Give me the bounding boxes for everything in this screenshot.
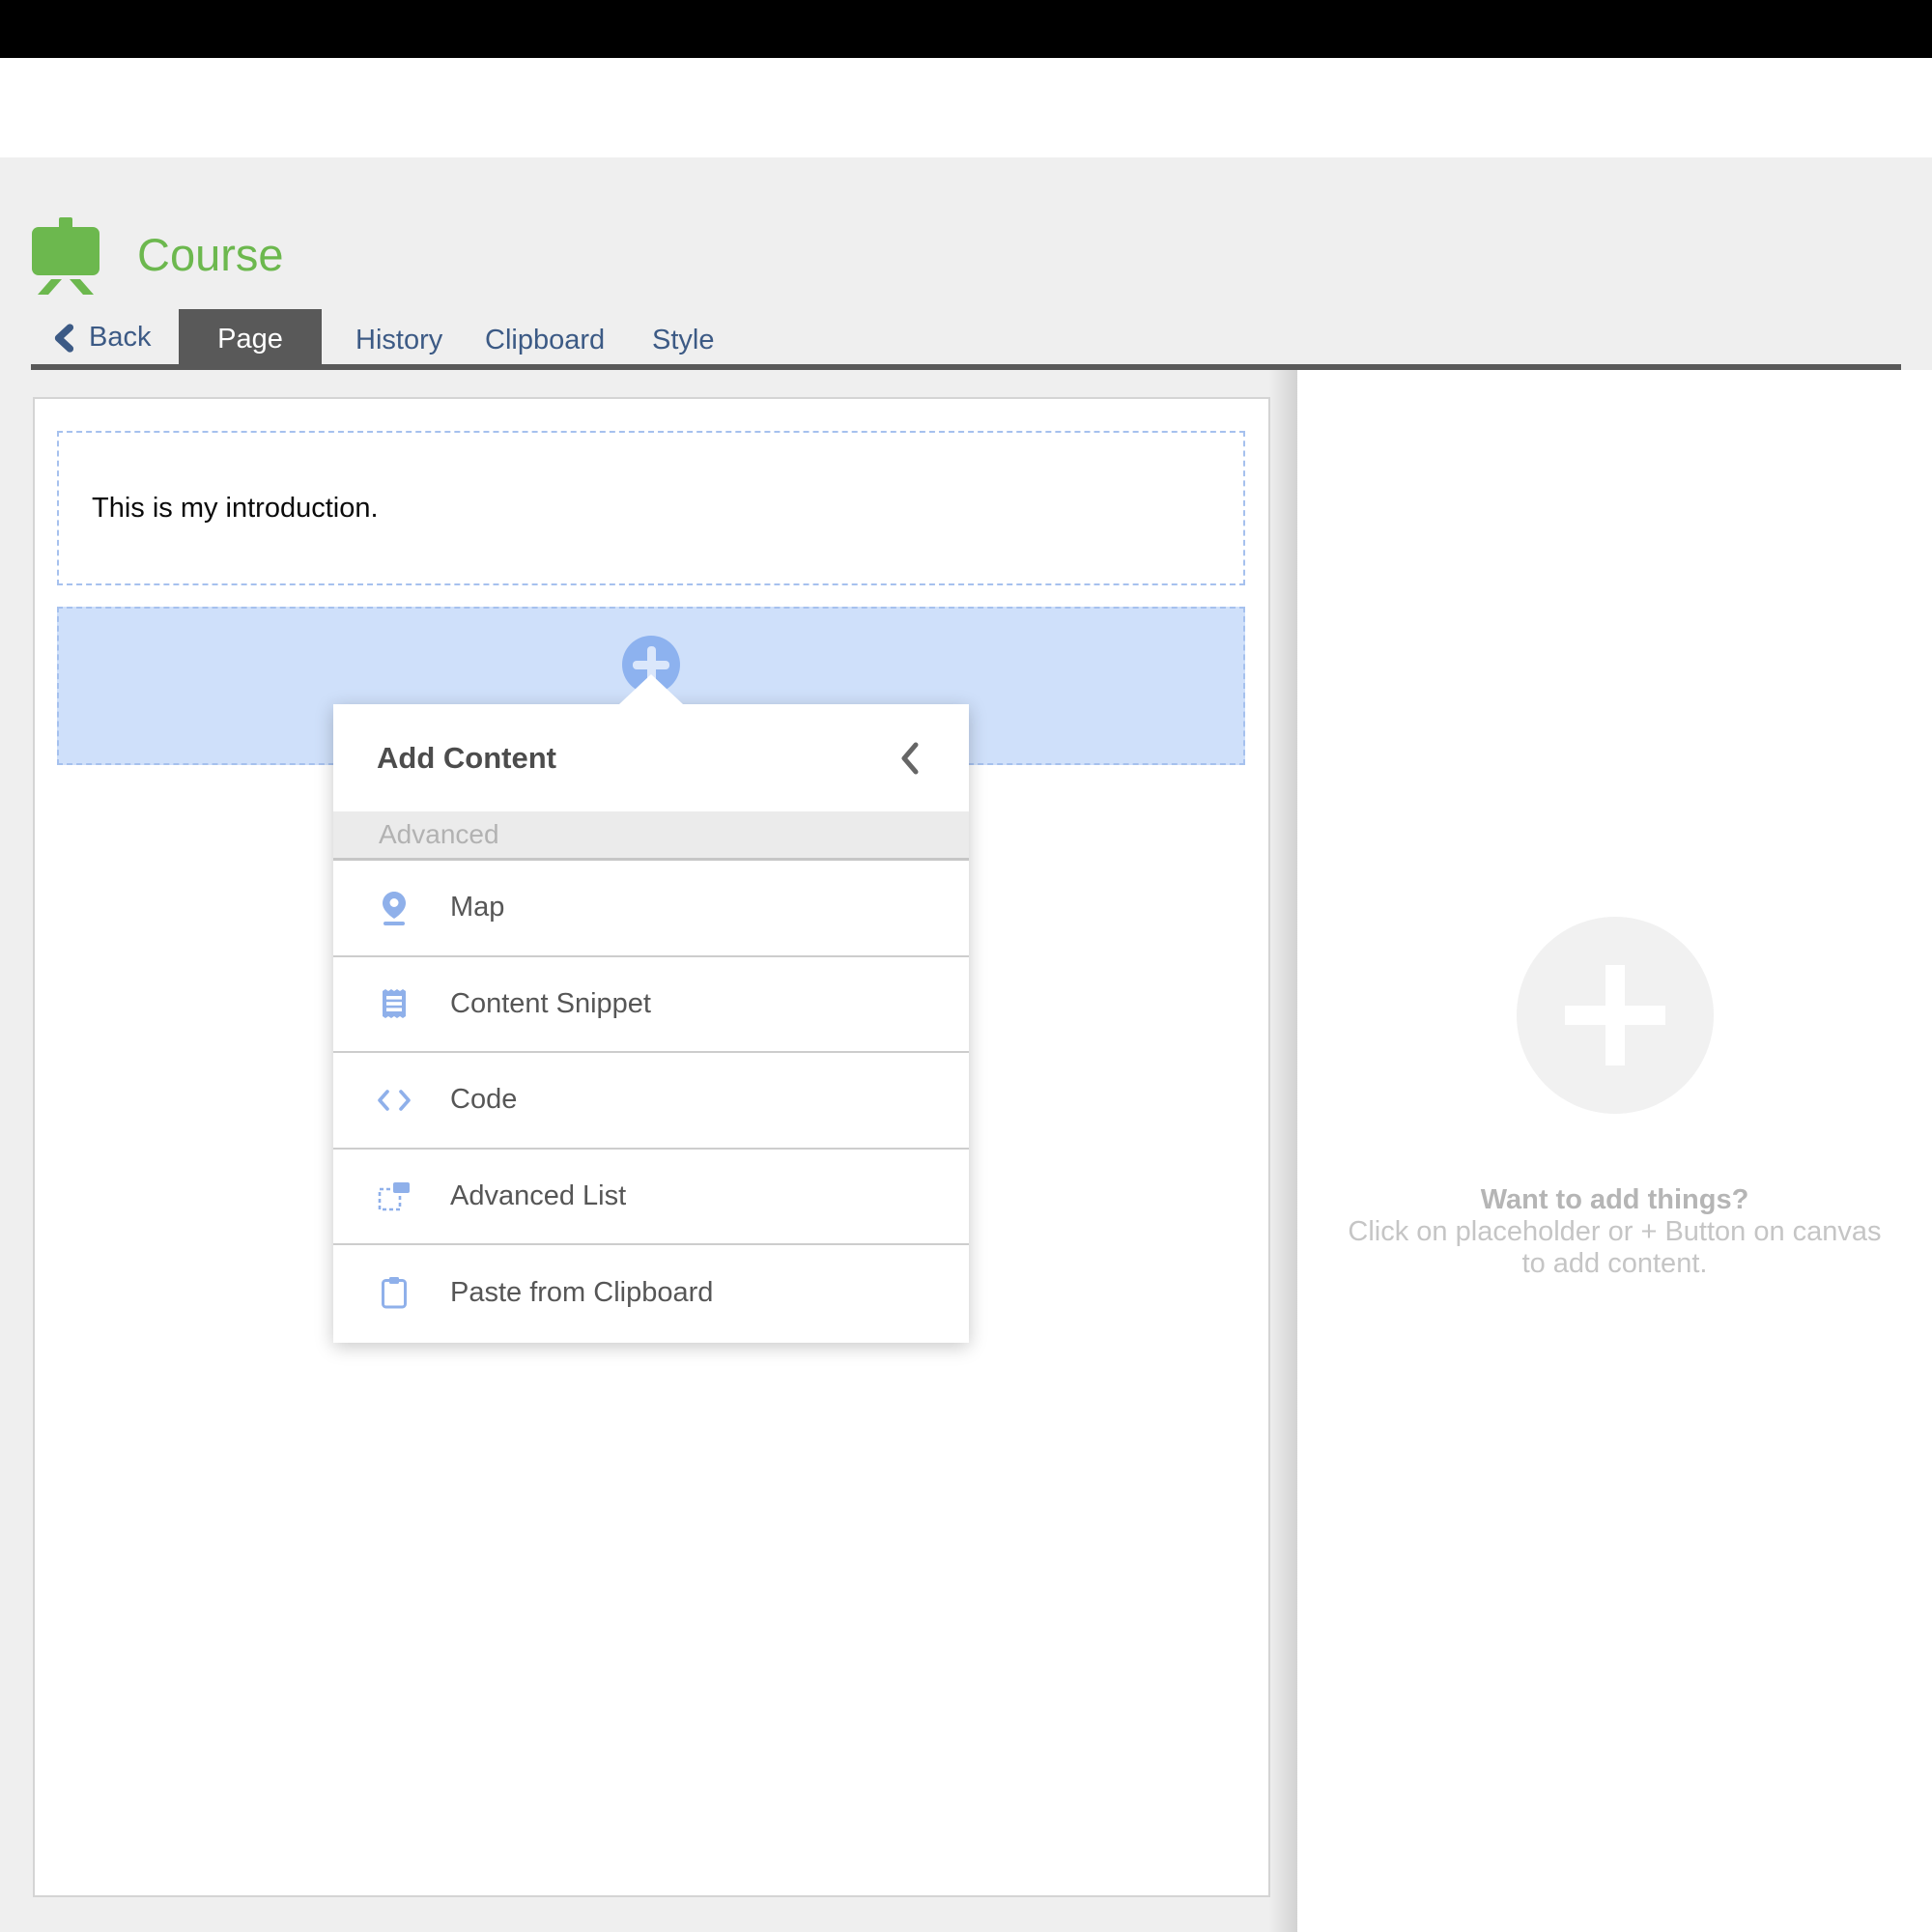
hint-headline: Want to add things? [1297,1184,1932,1216]
course-easel-icon [32,217,99,295]
add-content-popup: Add Content Advanced Map [333,704,969,1343]
popup-item-list: Map Content Snippet [333,861,969,1340]
tab-history[interactable]: History [355,325,442,356]
screen: Course Back Page History Clipboard Style… [0,0,1932,1932]
menu-item-paste-from-clipboard[interactable]: Paste from Clipboard [333,1243,969,1340]
menu-item-advanced-list[interactable]: Advanced List [333,1148,969,1244]
map-pin-icon [377,891,412,925]
intro-text: This is my introduction. [92,493,379,525]
panel-divider [1268,370,1297,1932]
tab-style[interactable]: Style [652,325,714,356]
properties-panel: Want to add things? Click on placeholder… [1297,370,1932,1932]
chevron-left-icon [53,324,74,353]
menu-item-content-snippet[interactable]: Content Snippet [333,955,969,1052]
menu-item-code[interactable]: Code [333,1051,969,1148]
menu-item-label: Advanced List [450,1180,626,1212]
popup-title: Add Content [377,741,556,776]
menu-item-label: Code [450,1084,517,1116]
code-icon [377,1089,412,1112]
popup-arrow [619,674,683,704]
hint-line-1: Click on placeholder or + Button on canv… [1297,1216,1932,1248]
page-title: Course [137,229,284,281]
tab-clipboard[interactable]: Clipboard [485,325,605,356]
empty-state-hint: Want to add things? Click on placeholder… [1297,1184,1932,1280]
popup-header: Add Content [333,704,969,811]
tab-page[interactable]: Page [179,309,322,370]
section-label: Advanced [379,819,499,850]
clipboard-icon [377,1276,412,1309]
menu-item-label: Content Snippet [450,988,651,1020]
content-snippet-icon [377,987,412,1020]
menu-item-label: Map [450,892,504,923]
header-gap [0,58,1932,157]
back-label: Back [89,322,151,354]
advanced-list-icon [377,1181,412,1211]
back-button[interactable]: Back [53,322,151,354]
empty-state-plus-icon [1517,917,1714,1114]
intro-text-block[interactable]: This is my introduction. [57,431,1245,585]
top-black-bar [0,0,1932,58]
menu-item-map[interactable]: Map [333,861,969,955]
menu-item-label: Paste from Clipboard [450,1277,713,1309]
hint-line-2: to add content. [1297,1248,1932,1280]
chevron-left-icon[interactable] [897,741,921,776]
popup-section-header: Advanced [333,811,969,861]
